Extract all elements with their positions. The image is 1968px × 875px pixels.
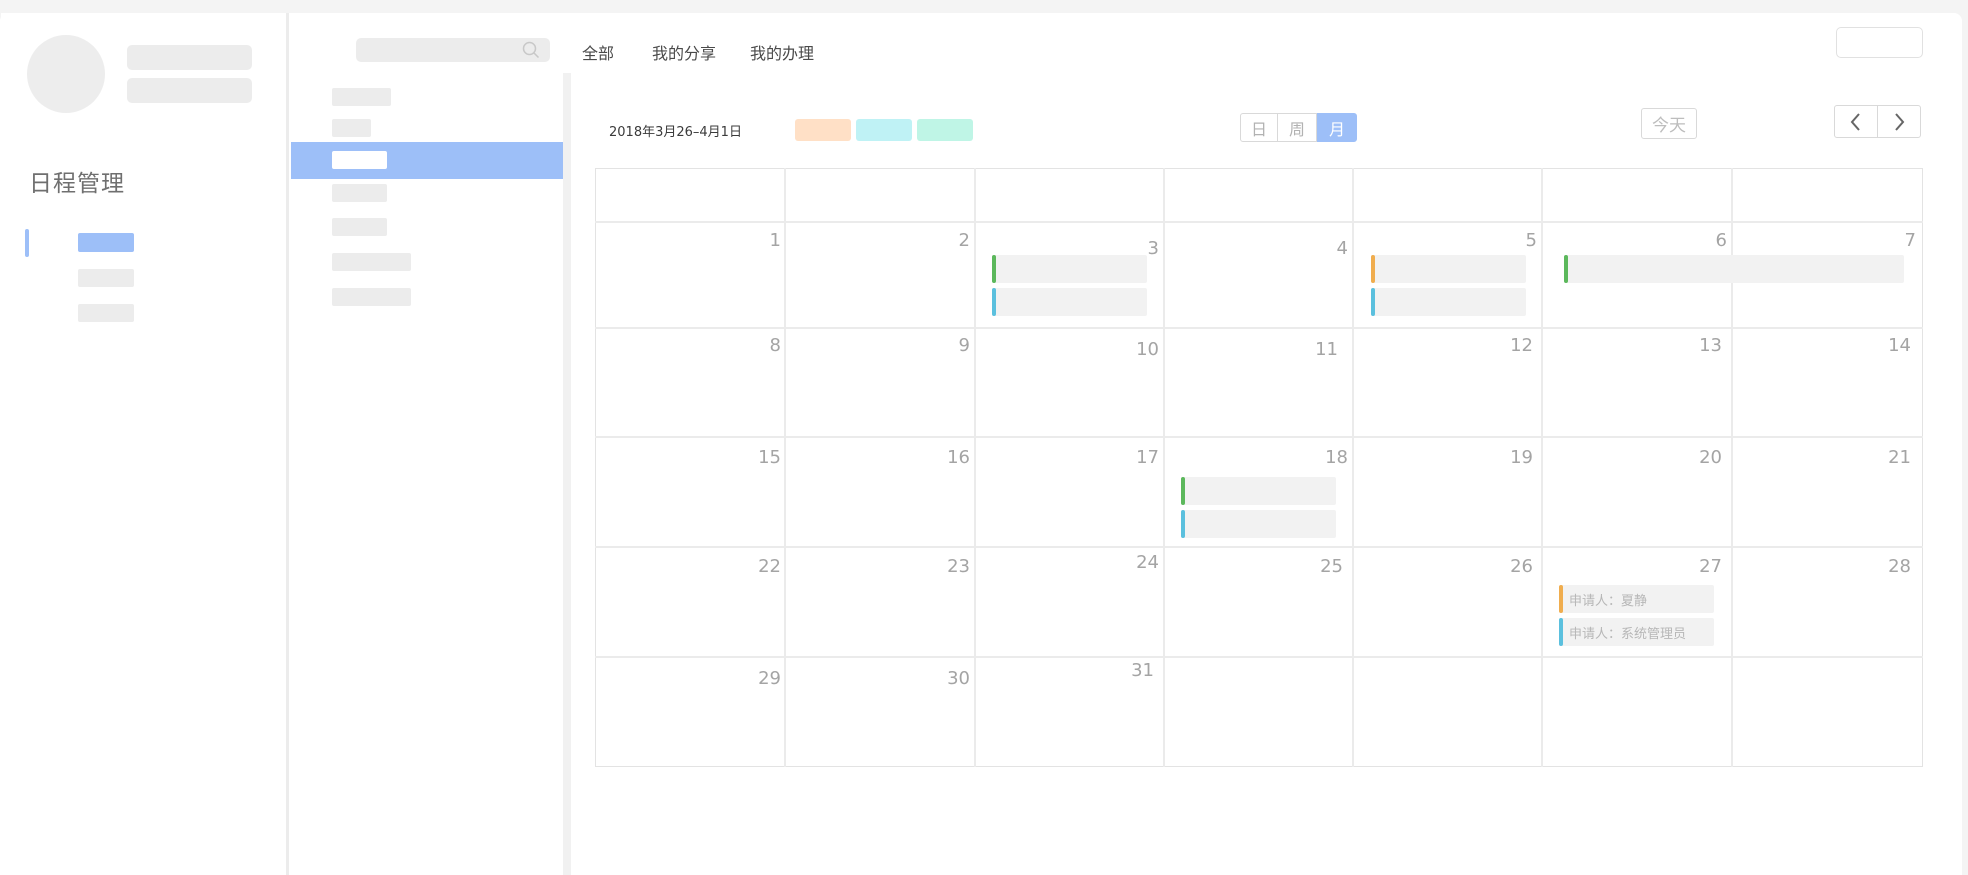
day-number: 17: [1136, 447, 1159, 468]
day-number: 24: [1136, 552, 1159, 573]
next-button[interactable]: [1877, 105, 1921, 138]
day-number: 1: [769, 230, 781, 251]
event-item[interactable]: 申请人：夏静: [1559, 585, 1714, 613]
event-label: 申请人：系统管理员: [1569, 627, 1687, 642]
chevron-right-icon: [1895, 112, 1905, 131]
grid-line: [595, 436, 1923, 438]
prev-button[interactable]: [1834, 105, 1878, 138]
day-number: 19: [1510, 447, 1533, 468]
day-number: 4: [1336, 238, 1348, 259]
list-item[interactable]: [332, 253, 411, 271]
sidebar-title: 日程管理: [29, 171, 125, 197]
legend-swatch[interactable]: [917, 119, 973, 141]
grid-line: [595, 221, 1923, 223]
day-number: 21: [1888, 447, 1911, 468]
day-number: 9: [958, 335, 970, 356]
avatar: [27, 35, 105, 113]
day-number: 25: [1320, 556, 1343, 577]
day-number: 30: [947, 668, 970, 689]
legend-swatch[interactable]: [856, 119, 912, 141]
grid-line: [974, 168, 976, 767]
day-number: 15: [758, 447, 781, 468]
event-item[interactable]: [1371, 255, 1526, 283]
day-number: 13: [1699, 335, 1722, 356]
tab-my-handled[interactable]: 我的办理: [750, 40, 814, 64]
date-range: 2018年3月26–4月1日: [609, 125, 742, 140]
panel-divider: [563, 73, 571, 875]
event-item[interactable]: [992, 288, 1147, 316]
sidebar-active-indicator: [25, 229, 29, 257]
grid-line: [595, 546, 1923, 548]
search-input[interactable]: [356, 38, 550, 62]
list-item[interactable]: [332, 288, 411, 306]
list-item[interactable]: [332, 119, 371, 137]
today-button[interactable]: 今天: [1641, 108, 1697, 139]
day-number: 20: [1699, 447, 1722, 468]
event-item[interactable]: [992, 255, 1147, 283]
event-item[interactable]: [1181, 510, 1336, 538]
day-number: 14: [1888, 335, 1911, 356]
top-right-button[interactable]: [1836, 27, 1923, 58]
list-item[interactable]: [332, 218, 387, 236]
day-number: 28: [1888, 556, 1911, 577]
search-icon[interactable]: [522, 41, 540, 59]
view-week-button[interactable]: 周: [1277, 113, 1317, 142]
grid-line: [784, 168, 786, 767]
legend-swatch[interactable]: [795, 119, 851, 141]
grid-line: [595, 656, 1923, 658]
day-number: 26: [1510, 556, 1533, 577]
day-number: 8: [769, 335, 781, 356]
user-name-placeholder: [127, 45, 252, 70]
tab-my-shares[interactable]: 我的分享: [652, 40, 716, 64]
list-item-active-label: [332, 151, 387, 169]
day-number: 29: [758, 668, 781, 689]
user-role-placeholder: [127, 78, 252, 103]
event-label: 申请人：夏静: [1569, 594, 1648, 609]
day-number: 2: [958, 230, 970, 251]
list-item[interactable]: [332, 184, 387, 202]
event-item[interactable]: [1371, 288, 1526, 316]
day-number: 22: [758, 556, 781, 577]
grid-line: [595, 327, 1923, 329]
day-number: 11: [1315, 339, 1338, 360]
day-number: 10: [1136, 339, 1159, 360]
day-number: 7: [1904, 230, 1916, 251]
event-item[interactable]: [1181, 477, 1336, 505]
event-item-multiday[interactable]: [1564, 255, 1904, 283]
view-month-button[interactable]: 月: [1317, 113, 1357, 142]
day-number: 31: [1131, 660, 1154, 681]
chevron-left-icon: [1850, 112, 1860, 131]
sidebar: [1, 13, 289, 875]
event-item[interactable]: 申请人：系统管理员: [1559, 618, 1714, 646]
sidebar-item-active[interactable]: [78, 233, 134, 252]
tab-all[interactable]: 全部: [582, 40, 614, 64]
day-number: 6: [1715, 230, 1727, 251]
list-item[interactable]: [332, 88, 391, 106]
sidebar-item[interactable]: [78, 304, 134, 322]
grid-line: [1163, 168, 1165, 767]
grid-line: [1352, 168, 1354, 767]
day-number: 16: [947, 447, 970, 468]
grid-line: [1541, 168, 1543, 767]
day-number: 27: [1699, 556, 1722, 577]
view-day-button[interactable]: 日: [1240, 113, 1278, 142]
day-number: 12: [1510, 335, 1533, 356]
sidebar-item[interactable]: [78, 269, 134, 287]
day-number: 5: [1525, 230, 1537, 251]
day-number: 18: [1325, 447, 1348, 468]
day-number: 23: [947, 556, 970, 577]
